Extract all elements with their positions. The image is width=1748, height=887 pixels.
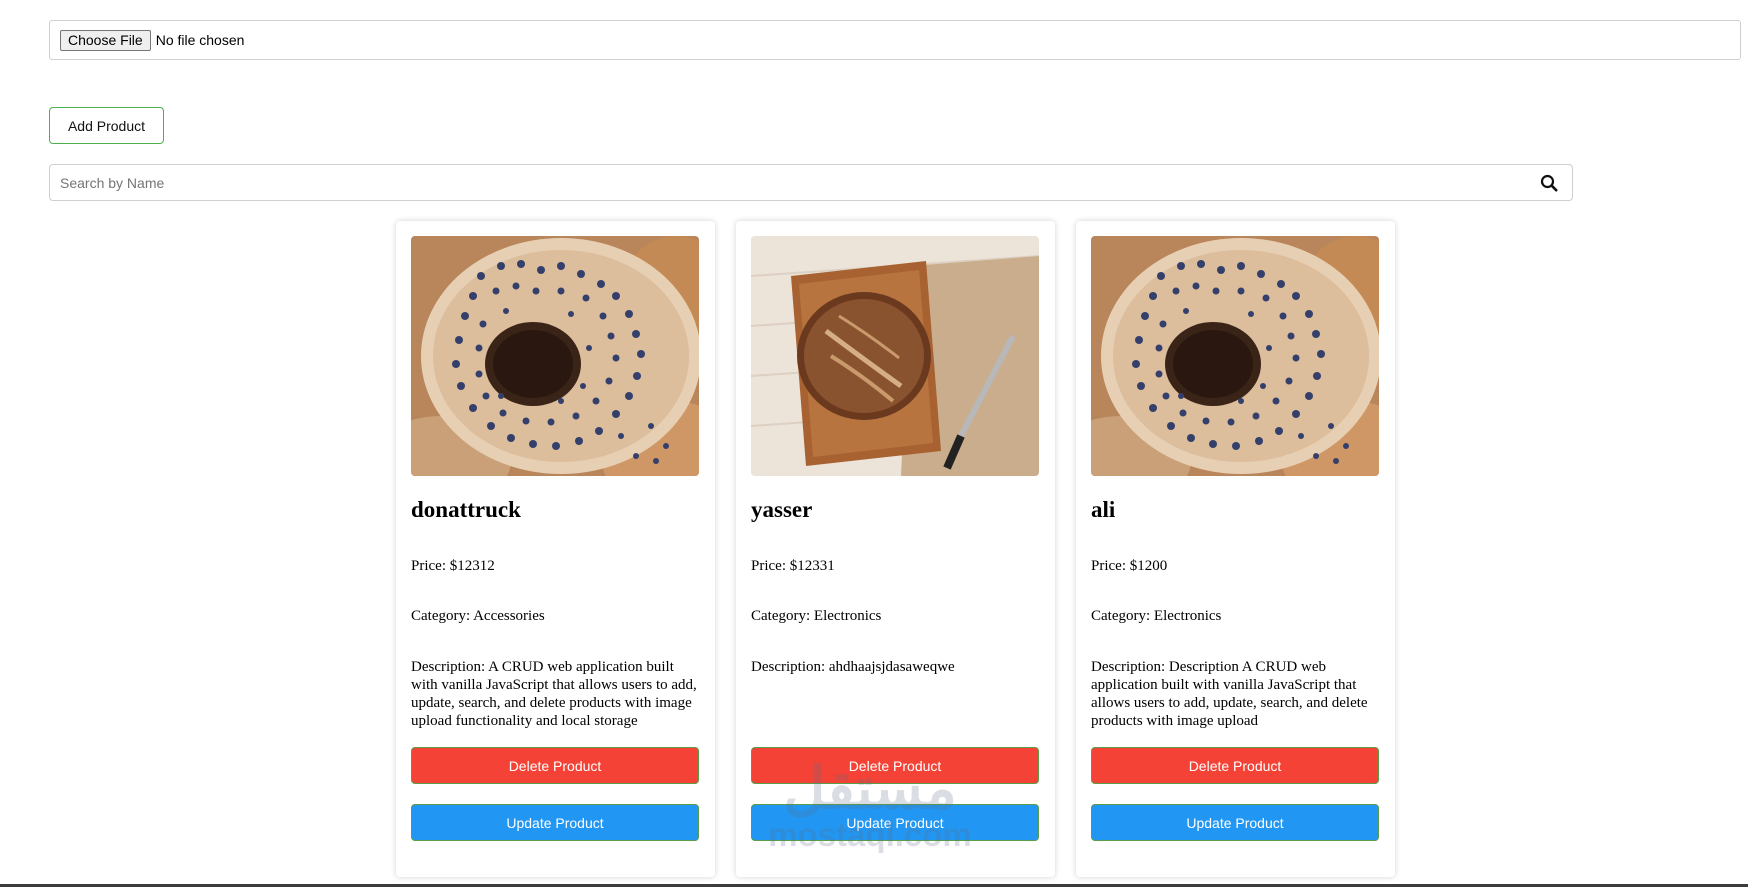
product-image [751,236,1039,476]
product-name: yasser [751,497,813,522]
product-card: donattruck Price: $12312 Category: Acces… [396,221,715,877]
product-image [1091,236,1379,476]
product-name: donattruck [411,497,521,522]
delete-product-button[interactable]: Delete Product [1091,747,1379,784]
search-icon[interactable] [1539,173,1559,193]
add-product-button[interactable]: Add Product [49,107,164,144]
product-category: Category: Electronics [1091,608,1222,624]
product-price: Price: $12312 [411,558,495,574]
product-image [411,236,699,476]
product-category: Category: Accessories [411,608,545,624]
search-bar [49,164,1573,201]
choose-file-button[interactable]: Choose File [60,29,151,51]
product-description: Description: Description A CRUD web appl… [1091,659,1368,729]
update-product-button[interactable]: Update Product [1091,804,1379,841]
product-category: Category: Electronics [751,608,882,624]
product-card: ali Price: $1200 Category: Electronics D… [1076,221,1395,877]
product-description: Description: ahdhaajsjdasaweqwe [751,659,955,675]
file-input[interactable]: Choose File No file chosen [49,20,1741,60]
file-status-text: No file chosen [155,32,245,48]
product-price: Price: $1200 [1091,558,1168,574]
delete-product-button[interactable]: Delete Product [751,747,1039,784]
product-price: Price: $12331 [751,558,835,574]
delete-product-button[interactable]: Delete Product [411,747,699,784]
product-name: ali [1091,497,1116,522]
product-description: Description: A CRUD web application buil… [411,659,697,729]
update-product-button[interactable]: Update Product [751,804,1039,841]
product-card: yasser Price: $12331 Category: Electroni… [736,221,1055,877]
search-input[interactable] [50,164,1539,201]
update-product-button[interactable]: Update Product [411,804,699,841]
